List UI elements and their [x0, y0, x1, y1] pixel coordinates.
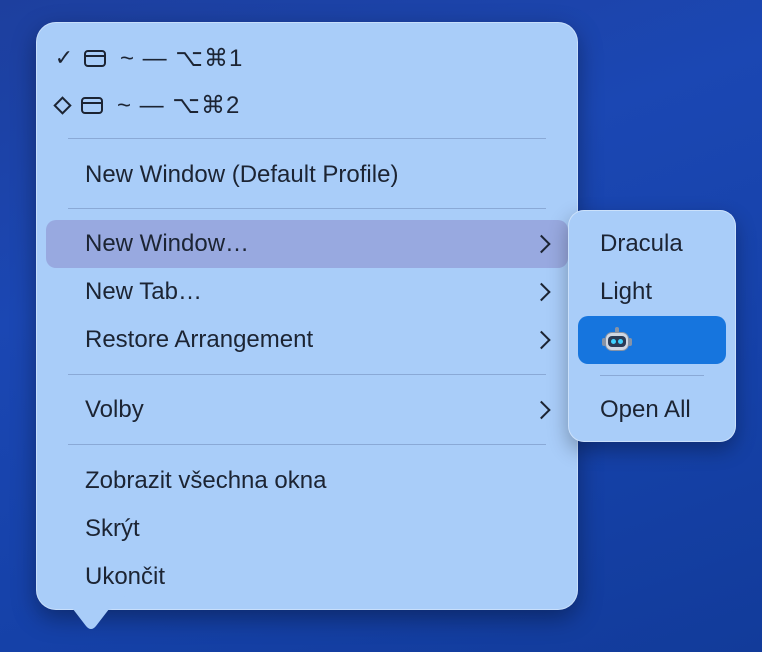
new-tab-item[interactable]: New Tab…	[46, 268, 568, 316]
chevron-right-icon	[532, 400, 551, 420]
chevron-right-icon	[532, 330, 551, 350]
window-icon	[84, 49, 106, 67]
menu-separator	[68, 374, 546, 375]
submenu-item-label: Dracula	[600, 230, 683, 257]
profile-item-robot[interactable]	[578, 316, 726, 364]
options-item[interactable]: Volby	[46, 386, 568, 434]
dock-context-menu: ✓ ~ — ⌥⌘1 ~ — ⌥⌘2 New Window (Default Pr…	[36, 22, 578, 610]
restore-arrangement-item[interactable]: Restore Arrangement	[46, 316, 568, 364]
profile-item-dracula[interactable]: Dracula	[578, 220, 726, 268]
menu-item-label: Restore Arrangement	[85, 326, 314, 353]
menu-separator	[68, 444, 546, 445]
submenu-item-label: Open All	[600, 396, 691, 423]
submenu-separator	[600, 375, 704, 376]
menu-separator	[68, 208, 546, 209]
menu-separator	[68, 138, 546, 139]
submenu-item-label: Light	[600, 278, 653, 305]
menu-item-label: New Tab…	[85, 278, 202, 305]
window-item-1[interactable]: ✓ ~ — ⌥⌘1	[52, 38, 243, 78]
chevron-right-icon	[532, 234, 551, 254]
new-window-submenu: Dracula Light Open All	[568, 210, 736, 442]
chevron-right-icon	[532, 282, 551, 302]
menu-pointer	[66, 600, 116, 629]
checkmark-icon: ✓	[54, 45, 74, 70]
menu-item-label: Zobrazit všechna okna	[85, 467, 327, 494]
window-item-2[interactable]: ~ — ⌥⌘2	[52, 85, 240, 125]
window-icon	[81, 96, 103, 114]
menu-item-label: Ukončit	[85, 563, 166, 590]
quit-item[interactable]: Ukončit	[46, 553, 568, 601]
menu-item-label: Skrýt	[85, 515, 140, 542]
show-all-windows-item[interactable]: Zobrazit všechna okna	[46, 457, 568, 505]
menu-item-label: Volby	[85, 396, 144, 423]
menu-item-label: New Window (Default Profile)	[85, 161, 399, 188]
diamond-icon	[53, 95, 72, 115]
new-window-item[interactable]: New Window…	[46, 220, 568, 268]
open-all-item[interactable]: Open All	[578, 386, 726, 434]
menu-item-label: New Window…	[85, 230, 250, 257]
window-item-label: ~ — ⌥⌘2	[117, 91, 241, 119]
robot-emoji-icon	[602, 327, 632, 353]
new-window-default-profile-item[interactable]: New Window (Default Profile)	[46, 151, 568, 199]
hide-item[interactable]: Skrýt	[46, 505, 568, 553]
profile-item-light[interactable]: Light	[578, 268, 726, 316]
window-item-label: ~ — ⌥⌘1	[120, 44, 244, 72]
